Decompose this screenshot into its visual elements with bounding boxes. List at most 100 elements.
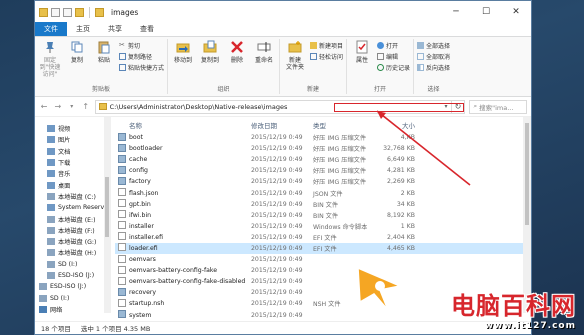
minimize-button[interactable]: ─ [441, 1, 471, 23]
easy-access-button[interactable]: 轻松访问 [310, 52, 343, 61]
new-folder-button[interactable]: 新建 文件夹 [283, 39, 307, 71]
nav-item-icon [47, 215, 55, 223]
select-none-button[interactable]: 全部取消 [417, 52, 450, 61]
file-size: 4,281 KB [387, 167, 415, 175]
nav-item[interactable]: SD (I:) [35, 292, 110, 303]
copy-path-button[interactable]: 复制路径 [119, 52, 164, 61]
file-row[interactable]: oemvars 2015/12/19 0:49 [115, 254, 531, 265]
close-button[interactable]: ✕ [501, 1, 531, 23]
nav-item[interactable]: ESD-ISO (J:) [35, 281, 110, 292]
nav-item-icon [47, 125, 55, 133]
file-row[interactable]: gpt.bin 2015/12/19 0:49 BIN 文件 34 KB [115, 199, 531, 210]
invert-selection-button[interactable]: 反向选择 [417, 63, 450, 72]
paste-button[interactable]: 粘贴 [92, 39, 116, 64]
maximize-button[interactable]: ☐ [471, 1, 501, 23]
paste-shortcut-button[interactable]: 粘贴快捷方式 [119, 63, 164, 72]
file-row[interactable]: factory 2015/12/19 0:49 好压 IMG 压缩文件 2,269 K… [115, 176, 531, 187]
rename-icon [256, 39, 272, 55]
image-file-icon [118, 165, 126, 174]
selection-info: 选中 1 个项目 4.35 MB [80, 325, 151, 333]
file-scrollbar-thumb[interactable] [525, 123, 529, 225]
nav-item[interactable]: 文档 [35, 146, 110, 157]
file-type: JSON 文件 [313, 190, 343, 198]
file-scrollbar[interactable] [523, 117, 531, 313]
forward-arrow-icon[interactable]: → [53, 102, 63, 111]
file-type: BIN 文件 [313, 212, 339, 220]
file-row[interactable]: ifwi.bin 2015/12/19 0:49 BIN 文件 8,192 KB [115, 210, 531, 221]
column-date[interactable]: 修改日期 [251, 120, 313, 130]
copy-button[interactable]: 复制 [65, 39, 89, 64]
file-name: startup.nsh [129, 300, 165, 308]
file-name: gpt.bin [129, 200, 151, 208]
new-folder-icon[interactable] [75, 7, 84, 17]
file-name: oemvars-battery-config-fake [129, 267, 218, 275]
file-type: 好压 IMG 压缩文件 [313, 135, 367, 143]
file-row[interactable]: bootloader 2015/12/19 0:49 好压 IMG 压缩文件 32,7… [115, 143, 531, 154]
address-bar[interactable]: C:\Users\Administrator\Desktop\Native-re… [94, 99, 464, 114]
file-name: cache [129, 156, 148, 164]
file-name: flash.json [129, 189, 159, 197]
nav-item[interactable]: ESD-ISO (J:) [35, 270, 110, 281]
rename-button[interactable]: 重命名 [252, 39, 276, 64]
file-date: 2015/12/19 0:49 [251, 134, 303, 142]
nav-item[interactable]: 音乐 [35, 168, 110, 179]
nav-item[interactable]: 网络 [35, 304, 110, 315]
properties-icon[interactable] [63, 7, 72, 17]
move-to-button[interactable]: 移动到 [171, 39, 195, 64]
nav-scrollbar[interactable] [104, 117, 110, 313]
pin-quick-access-button[interactable]: 固定到"快速访问" [38, 39, 62, 78]
nav-item[interactable]: 桌面 [35, 179, 110, 190]
checkbox-icon[interactable] [51, 7, 60, 17]
file-row[interactable]: installer.efi 2015/12/19 0:49 EFI 文件 2,404 … [115, 232, 531, 243]
tab-share[interactable]: 共享 [99, 22, 131, 36]
nav-item-label: 本地磁盘 (G:) [58, 239, 97, 247]
nav-item[interactable]: 视频 [35, 123, 110, 134]
file-row[interactable]: config 2015/12/19 0:49 好压 IMG 压缩文件 4,281 KB [115, 165, 531, 176]
nav-item[interactable]: 下载 [35, 157, 110, 168]
file-row[interactable]: flash.json 2015/12/19 0:49 JSON 文件 2 KB [115, 187, 531, 198]
nav-item-label: 桌面 [58, 182, 71, 190]
file-row[interactable]: installer 2015/12/19 0:49 Windows 命令脚本 1 KB [115, 221, 531, 232]
tab-file[interactable]: 文件 [35, 22, 67, 36]
file-size: 6,649 KB [387, 156, 415, 164]
nav-item[interactable]: 本地磁盘 (H:) [35, 247, 110, 258]
file-row[interactable]: loader.efi 2015/12/19 0:49 EFI 文件 4,465 KB [115, 242, 531, 255]
new-item-button[interactable]: 新建项目 [310, 41, 343, 50]
cut-button[interactable]: ✂ 剪切 [119, 41, 164, 51]
nav-item[interactable]: 图片 [35, 134, 110, 145]
file-list: 名称 修改日期 类型 大小 boot 2015/12/19 0:49 好压 IMG … [111, 117, 531, 319]
copy-to-button[interactable]: 复制到 [198, 39, 222, 64]
properties-button[interactable]: 属性 [350, 39, 374, 64]
nav-item[interactable]: SD (I:) [35, 259, 110, 270]
paste-icon [96, 39, 112, 55]
file-size: 34 KB [396, 200, 415, 208]
column-name[interactable]: 名称 [129, 120, 251, 130]
nav-item[interactable]: 本地磁盘 (C:) [35, 191, 110, 202]
file-row[interactable]: oemvars-battery-config-fake 2015/12/19 0:… [115, 265, 531, 276]
nav-item[interactable]: 本地磁盘 (G:) [35, 236, 110, 247]
address-path: C:\Users\Administrator\Desktop\Native-re… [109, 102, 288, 111]
file-icon [118, 199, 126, 208]
nav-item[interactable]: System Reserve [35, 202, 110, 213]
select-all-button[interactable]: 全部选择 [417, 41, 450, 50]
column-type[interactable]: 类型 [313, 120, 375, 130]
nav-item-label: 本地磁盘 (E:) [58, 216, 96, 224]
open-button[interactable]: 打开 [377, 41, 410, 50]
nav-item[interactable]: 本地磁盘 (F:) [35, 225, 110, 236]
search-input[interactable]: ⌕ 搜索"ima... [469, 99, 527, 114]
history-button[interactable]: 历史记录 [377, 63, 410, 72]
new-group-label: 新建 [307, 86, 320, 93]
nav-item[interactable]: 本地磁盘 (E:) [35, 213, 110, 224]
tab-view[interactable]: 查看 [131, 22, 163, 36]
edit-button[interactable]: 编辑 [377, 52, 410, 61]
up-arrow-icon[interactable]: ↑ [81, 102, 91, 111]
file-row[interactable]: boot 2015/12/19 0:49 好压 IMG 压缩文件 4,KB [115, 132, 531, 143]
column-size[interactable]: 大小 [375, 120, 415, 130]
delete-button[interactable]: 删除 [225, 39, 249, 64]
recent-chevron-icon[interactable]: ▾ [67, 103, 77, 110]
tab-home[interactable]: 主页 [67, 22, 99, 36]
nav-scrollbar-thumb[interactable] [105, 177, 109, 237]
back-arrow-icon[interactable]: ← [39, 102, 49, 111]
file-row[interactable]: cache 2015/12/19 0:49 好压 IMG 压缩文件 6,649 KB [115, 154, 531, 165]
file-name: recovery [129, 289, 157, 297]
